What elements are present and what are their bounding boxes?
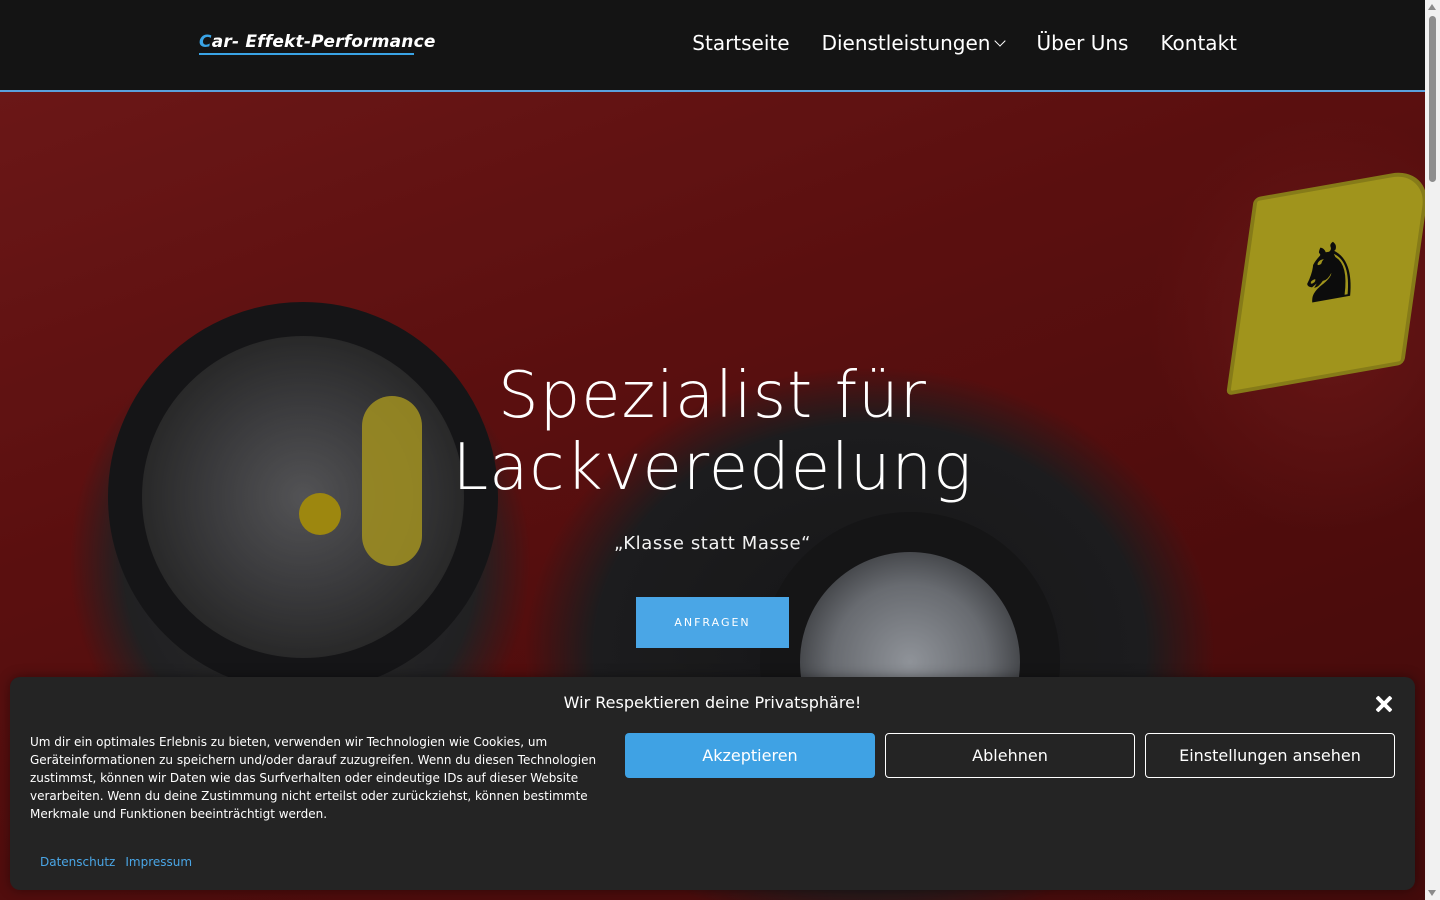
hero-subtitle: „Klasse statt Masse“ [613, 533, 812, 554]
view-settings-button[interactable]: Einstellungen ansehen [1145, 733, 1395, 778]
scroll-up-icon[interactable] [1428, 4, 1436, 10]
logo-text: ar- Effekt-Performance [211, 32, 436, 52]
nav-dienstleistungen[interactable]: Dienstleistungen [822, 31, 1007, 55]
nav-kontakt[interactable]: Kontakt [1160, 31, 1237, 55]
logo-underline [199, 53, 414, 55]
impressum-link[interactable]: Impressum [125, 855, 192, 869]
page-scrollbar[interactable] [1425, 0, 1440, 900]
anfragen-button[interactable]: ANFRAGEN [636, 597, 789, 648]
cookie-links: Datenschutz Impressum [40, 855, 192, 869]
cookie-consent-banner: Wir Respektieren deine Privatsphäre! Um … [10, 677, 1415, 890]
close-icon[interactable] [1375, 695, 1393, 713]
datenschutz-link[interactable]: Datenschutz [40, 855, 115, 869]
scrollbar-thumb[interactable] [1429, 16, 1436, 182]
chevron-down-icon [994, 35, 1007, 47]
nav-ueber-uns[interactable]: Über Uns [1036, 31, 1128, 55]
scroll-down-icon[interactable] [1428, 890, 1436, 896]
nav-startseite[interactable]: Startseite [692, 31, 789, 55]
site-header: Car- Effekt-Performance Startseite Diens… [0, 0, 1425, 92]
cookie-message: Um dir ein optimales Erlebnis zu bieten,… [30, 735, 597, 821]
logo-initial: C [199, 32, 212, 52]
accept-button[interactable]: Akzeptieren [625, 733, 875, 778]
site-logo[interactable]: Car- Effekt-Performance [199, 32, 436, 52]
deny-button[interactable]: Ablehnen [885, 733, 1135, 778]
hero-title: Spezialist für Lackveredelung [452, 359, 973, 505]
cookie-title: Wir Respektieren deine Privatsphäre! [563, 693, 862, 712]
main-nav: Startseite Dienstleistungen Über Uns Kon… [692, 31, 1237, 55]
